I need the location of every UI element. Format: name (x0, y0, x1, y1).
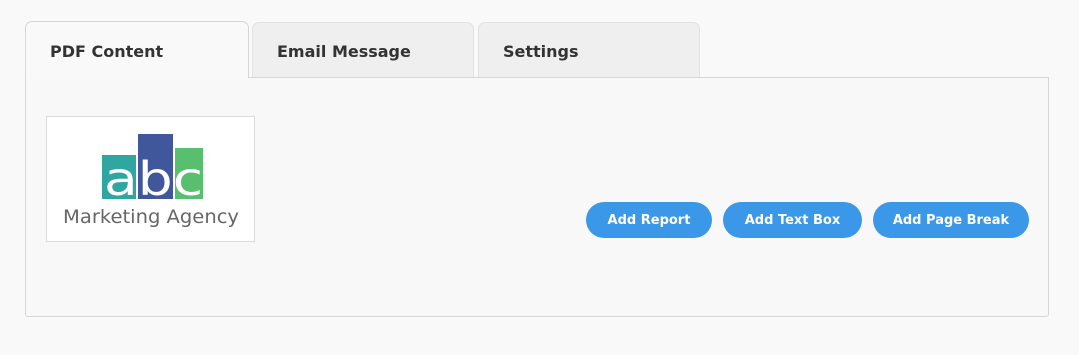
add-report-button[interactable]: Add Report (586, 202, 712, 238)
add-text-box-button[interactable]: Add Text Box (723, 202, 862, 238)
tab-email-message[interactable]: Email Message (252, 22, 474, 77)
pdf-content-panel: abc Marketing Agency Add Report Add Text… (25, 77, 1049, 317)
logo-container[interactable]: abc Marketing Agency (46, 116, 255, 242)
add-page-break-button[interactable]: Add Page Break (873, 202, 1029, 238)
content-actions: Add Report Add Text Box Add Page Break (586, 202, 1029, 238)
tab-settings[interactable]: Settings (478, 22, 700, 77)
company-logo: abc Marketing Agency (63, 134, 239, 228)
logo-caption: Marketing Agency (63, 206, 239, 228)
logo-mark-text: abc (104, 152, 203, 206)
tab-bar: PDF Content Email Message Settings (25, 21, 1049, 78)
tab-pdf-content[interactable]: PDF Content (25, 21, 249, 78)
pdf-editor: PDF Content Email Message Settings abc M… (25, 21, 1049, 317)
